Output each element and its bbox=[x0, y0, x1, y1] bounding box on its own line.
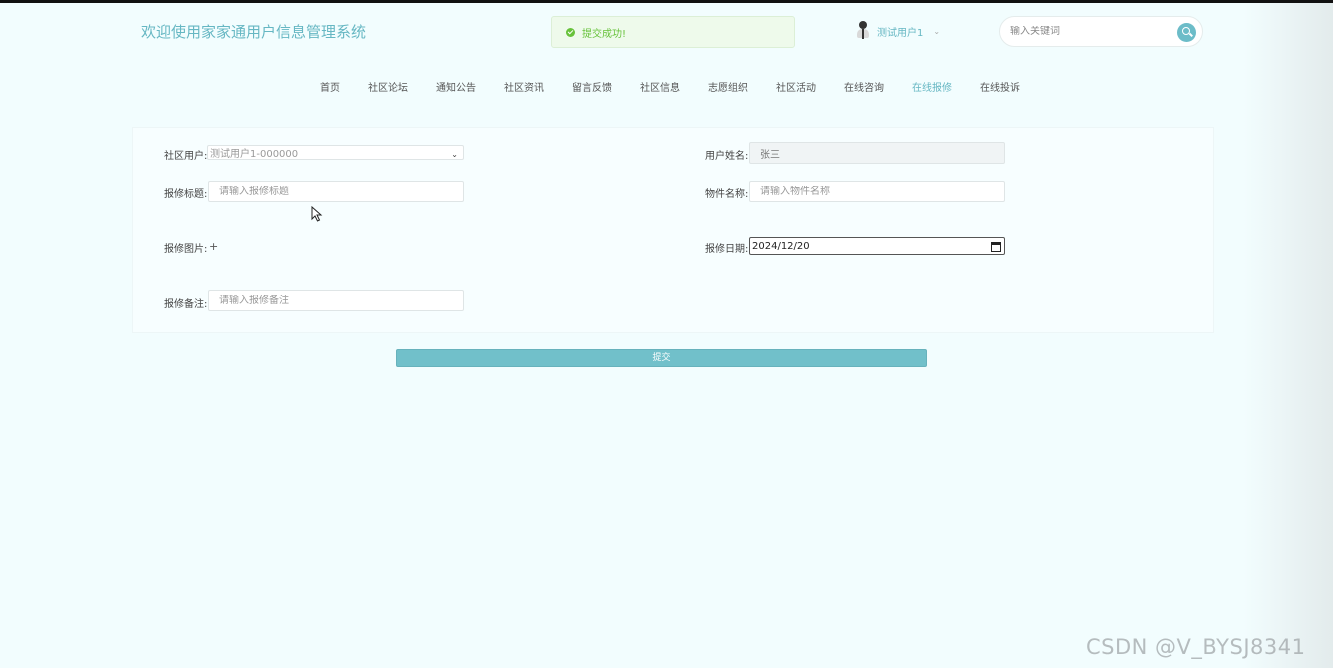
nav-item-feedback[interactable]: 留言反馈 bbox=[572, 79, 612, 94]
user-avatar-icon bbox=[856, 21, 870, 41]
nav-item-home[interactable]: 首页 bbox=[320, 79, 340, 94]
nav-item-volunteer[interactable]: 志愿组织 bbox=[708, 79, 748, 94]
repair-image-label: 报修图片: bbox=[164, 244, 208, 255]
community-user-select[interactable]: 测试用户1-000000 ⌄ bbox=[207, 145, 464, 160]
repair-remark-input[interactable] bbox=[219, 295, 463, 306]
user-name[interactable]: 测试用户1 bbox=[877, 24, 923, 39]
repair-title-label: 报修标题: bbox=[164, 189, 208, 200]
nav-item-forum[interactable]: 社区论坛 bbox=[368, 79, 408, 94]
nav-item-complaint[interactable]: 在线投诉 bbox=[980, 79, 1020, 94]
user-name-value: 张三 bbox=[760, 149, 780, 161]
community-user-value: 测试用户1-000000 bbox=[210, 149, 299, 160]
item-name-field bbox=[749, 181, 1005, 202]
repair-date-value: 2024/12/20 bbox=[752, 240, 810, 252]
community-user-label: 社区用户: bbox=[164, 151, 208, 162]
chevron-down-icon[interactable]: ⌄ bbox=[933, 27, 940, 36]
watermark: CSDN @V_BYSJ8341 bbox=[1086, 635, 1306, 659]
chevron-down-icon: ⌄ bbox=[451, 150, 458, 159]
nav-item-community-info[interactable]: 社区信息 bbox=[640, 79, 680, 94]
repair-title-field bbox=[208, 181, 464, 202]
nav-item-consult[interactable]: 在线咨询 bbox=[844, 79, 884, 94]
mouse-pointer-icon bbox=[311, 205, 323, 222]
nav-item-repair[interactable]: 在线报修 bbox=[912, 79, 952, 94]
toast-message: 提交成功! bbox=[582, 28, 627, 40]
search-icon[interactable] bbox=[1177, 23, 1196, 42]
user-name-field: 张三 bbox=[749, 142, 1005, 164]
search-input[interactable] bbox=[1010, 26, 1170, 37]
success-toast: 提交成功! bbox=[551, 16, 795, 48]
repair-date-input[interactable]: 2024/12/20 bbox=[749, 237, 1005, 255]
repair-remark-label: 报修备注: bbox=[164, 299, 208, 310]
submit-button[interactable]: 提交 bbox=[396, 349, 927, 367]
site-title: 欢迎使用家家通用户信息管理系统 bbox=[141, 23, 367, 41]
repair-date-label: 报修日期: bbox=[705, 244, 749, 255]
item-name-label: 物件名称: bbox=[705, 189, 749, 200]
repair-remark-field bbox=[208, 290, 464, 311]
calendar-icon[interactable] bbox=[991, 242, 1001, 252]
repair-title-input[interactable] bbox=[219, 186, 463, 197]
user-menu[interactable]: 测试用户1 ⌄ bbox=[856, 21, 940, 41]
nav-item-notices[interactable]: 通知公告 bbox=[436, 79, 476, 94]
user-name-label: 用户姓名: bbox=[705, 151, 749, 162]
check-circle-icon bbox=[566, 27, 575, 37]
item-name-input[interactable] bbox=[760, 186, 1004, 197]
nav-item-activities[interactable]: 社区活动 bbox=[776, 79, 816, 94]
main-nav: 首页 社区论坛 通知公告 社区资讯 留言反馈 社区信息 志愿组织 社区活动 在线… bbox=[0, 79, 1333, 94]
nav-item-news[interactable]: 社区资讯 bbox=[504, 79, 544, 94]
search-box bbox=[999, 16, 1203, 47]
image-upload-button[interactable]: + bbox=[209, 240, 218, 253]
edge-shadow bbox=[1243, 3, 1333, 668]
